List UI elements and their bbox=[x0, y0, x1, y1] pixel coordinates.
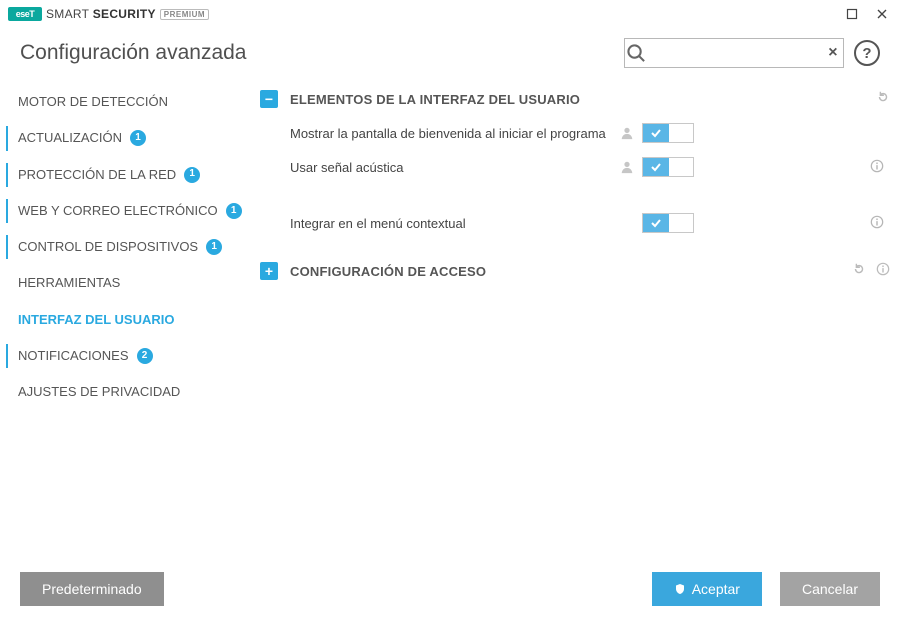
sidebar-item-label: MOTOR DE DETECCIÓN bbox=[18, 94, 168, 110]
header: Configuración avanzada × ? bbox=[0, 28, 900, 82]
page-title: Configuración avanzada bbox=[20, 41, 247, 65]
toggle-acoustic-signal[interactable] bbox=[642, 157, 694, 177]
collapse-icon[interactable]: − bbox=[260, 90, 278, 108]
reset-icon[interactable] bbox=[876, 90, 890, 109]
search-icon bbox=[625, 42, 647, 64]
sidebar-item-5[interactable]: HERRAMIENTAS bbox=[0, 265, 260, 301]
sidebar-badge: 1 bbox=[226, 203, 242, 219]
sidebar-item-7[interactable]: NOTIFICACIONES 2 bbox=[0, 338, 260, 374]
default-button[interactable]: Predeterminado bbox=[20, 572, 164, 606]
setting-label: Integrar en el menú contextual bbox=[290, 216, 620, 231]
footer-right: Aceptar Cancelar bbox=[652, 572, 880, 606]
section-title: CONFIGURACIÓN DE ACCESO bbox=[290, 264, 486, 279]
sidebar: MOTOR DE DETECCIÓNACTUALIZACIÓN1PROTECCI… bbox=[0, 82, 260, 556]
brand-badge: PREMIUM bbox=[160, 9, 209, 20]
sidebar-item-label: CONTROL DE DISPOSITIVOS bbox=[18, 239, 198, 255]
sidebar-item-label: HERRAMIENTAS bbox=[18, 275, 120, 291]
sidebar-item-3[interactable]: WEB Y CORREO ELECTRÓNICO 1 bbox=[0, 193, 260, 229]
setting-label: Mostrar la pantalla de bienvenida al ini… bbox=[290, 126, 620, 141]
brand-text: SMART SECURITY bbox=[46, 7, 156, 21]
person-icon bbox=[620, 160, 642, 174]
sidebar-item-label: WEB Y CORREO ELECTRÓNICO bbox=[18, 203, 218, 219]
sidebar-item-0[interactable]: MOTOR DE DETECCIÓN bbox=[0, 84, 260, 120]
info-icon[interactable] bbox=[876, 262, 890, 281]
accept-button[interactable]: Aceptar bbox=[652, 572, 762, 606]
help-button[interactable]: ? bbox=[854, 40, 880, 66]
info-icon[interactable] bbox=[870, 215, 884, 232]
toggle-welcome-screen[interactable] bbox=[642, 123, 694, 143]
setting-label: Usar señal acústica bbox=[290, 160, 620, 175]
search-box[interactable]: × bbox=[624, 38, 844, 68]
sidebar-item-label: INTERFAZ DEL USUARIO bbox=[18, 312, 175, 328]
brand-logo: eseT bbox=[8, 7, 42, 21]
shield-icon bbox=[674, 583, 686, 595]
section-title: ELEMENTOS DE LA INTERFAZ DEL USUARIO bbox=[290, 92, 580, 107]
section-header: + CONFIGURACIÓN DE ACCESO bbox=[260, 254, 890, 288]
sidebar-item-label: AJUSTES DE PRIVACIDAD bbox=[18, 384, 180, 400]
sidebar-item-1[interactable]: ACTUALIZACIÓN 1 bbox=[0, 120, 260, 156]
content: − ELEMENTOS DE LA INTERFAZ DEL USUARIO M… bbox=[260, 82, 900, 556]
sidebar-badge: 2 bbox=[137, 348, 153, 364]
maximize-button[interactable] bbox=[842, 4, 862, 24]
sidebar-badge: 1 bbox=[184, 167, 200, 183]
close-button[interactable] bbox=[872, 4, 892, 24]
sidebar-item-8[interactable]: AJUSTES DE PRIVACIDAD bbox=[0, 374, 260, 410]
sidebar-item-label: NOTIFICACIONES bbox=[18, 348, 129, 364]
info-icon[interactable] bbox=[870, 159, 884, 176]
clear-search-icon[interactable]: × bbox=[823, 44, 843, 62]
sidebar-badge: 1 bbox=[130, 130, 146, 146]
search-input[interactable] bbox=[647, 39, 823, 67]
sidebar-item-6[interactable]: INTERFAZ DEL USUARIO bbox=[0, 302, 260, 338]
reset-icon[interactable] bbox=[852, 262, 866, 281]
window-controls bbox=[842, 4, 892, 24]
cancel-button[interactable]: Cancelar bbox=[780, 572, 880, 606]
titlebar: eseT SMART SECURITY PREMIUM bbox=[0, 0, 900, 28]
sidebar-item-4[interactable]: CONTROL DE DISPOSITIVOS 1 bbox=[0, 229, 260, 265]
sidebar-item-label: PROTECCIÓN DE LA RED bbox=[18, 167, 176, 183]
section-access-config: + CONFIGURACIÓN DE ACCESO bbox=[260, 254, 890, 288]
setting-row-welcome-screen: Mostrar la pantalla de bienvenida al ini… bbox=[260, 116, 890, 150]
section-actions bbox=[852, 262, 890, 281]
person-icon bbox=[620, 126, 642, 140]
sidebar-item-label: ACTUALIZACIÓN bbox=[18, 130, 122, 146]
brand-text-light: SMART bbox=[46, 7, 89, 21]
header-right: × ? bbox=[624, 38, 880, 68]
section-actions bbox=[876, 90, 890, 109]
brand: eseT SMART SECURITY PREMIUM bbox=[8, 7, 209, 21]
setting-row-acoustic-signal: Usar señal acústica bbox=[260, 150, 890, 184]
accept-label: Aceptar bbox=[692, 581, 740, 597]
sidebar-item-2[interactable]: PROTECCIÓN DE LA RED 1 bbox=[0, 157, 260, 193]
section-header: − ELEMENTOS DE LA INTERFAZ DEL USUARIO bbox=[260, 82, 890, 116]
main-layout: MOTOR DE DETECCIÓNACTUALIZACIÓN1PROTECCI… bbox=[0, 82, 900, 556]
toggle-context-menu[interactable] bbox=[642, 213, 694, 233]
section-ui-elements: − ELEMENTOS DE LA INTERFAZ DEL USUARIO M… bbox=[260, 82, 890, 240]
setting-row-context-menu: Integrar en el menú contextual bbox=[260, 206, 890, 240]
brand-text-bold: SECURITY bbox=[93, 7, 156, 21]
sidebar-badge: 1 bbox=[206, 239, 222, 255]
expand-icon[interactable]: + bbox=[260, 262, 278, 280]
footer: Predeterminado Aceptar Cancelar bbox=[0, 558, 900, 620]
